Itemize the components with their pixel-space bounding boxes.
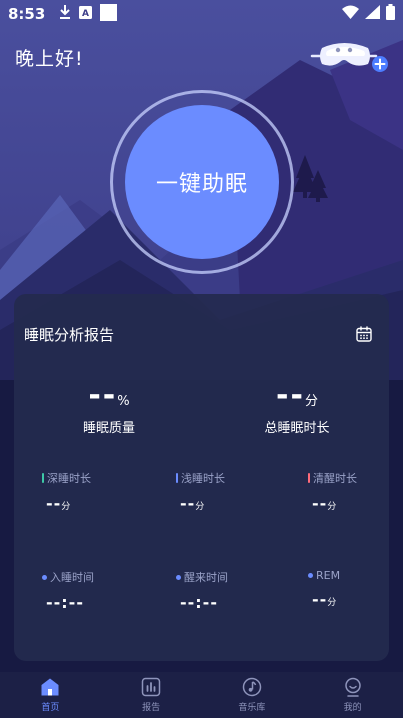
sleep-quality-value: -- <box>88 378 118 413</box>
wifi-icon <box>342 5 359 23</box>
rem-value: -- <box>312 590 328 609</box>
one-tap-sleep-button[interactable]: 一键助眠 <box>125 105 279 259</box>
greeting-text: 晚上好! <box>15 48 84 70</box>
awake-marker <box>308 473 310 483</box>
sleep-time-stat: 入睡时间 --:-- <box>42 569 152 612</box>
tab-report-label: 报告 <box>142 703 161 713</box>
tab-music-library-label: 音乐库 <box>238 703 266 713</box>
bottom-tab-bar: 首页 报告 音乐库 我的 <box>0 672 403 718</box>
status-time: 8:53 <box>8 5 46 23</box>
deep-sleep-unit: 分 <box>61 502 71 512</box>
tab-home-label: 首页 <box>41 703 60 713</box>
light-sleep-value: -- <box>180 494 196 513</box>
total-sleep-value: -- <box>276 378 305 413</box>
tab-profile[interactable]: 我的 <box>302 672 403 718</box>
battery-icon <box>386 4 395 24</box>
sleep-quality-label: 睡眠质量 <box>82 421 135 436</box>
calendar-button[interactable] <box>355 325 373 343</box>
awake-unit: 分 <box>327 502 337 512</box>
calendar-icon <box>356 326 372 342</box>
light-sleep-stat: 浅睡时长 --分 <box>176 470 286 513</box>
wake-time-value: --:-- <box>180 593 218 612</box>
deep-sleep-value: -- <box>46 494 62 513</box>
tab-home[interactable]: 首页 <box>0 672 101 718</box>
status-bar: 8:53 A <box>0 0 403 28</box>
light-sleep-unit: 分 <box>195 502 205 512</box>
rem-label: REM <box>316 569 341 582</box>
deep-sleep-label: 深睡时长 <box>47 472 91 485</box>
blank-square-icon <box>100 3 118 25</box>
text-a-icon: A <box>79 5 93 23</box>
sleep-quality-unit: % <box>117 394 130 409</box>
total-sleep-unit: 分 <box>304 394 318 409</box>
download-icon <box>59 5 71 23</box>
total-sleep-stat: --分 总睡眠时长 <box>232 378 362 436</box>
light-sleep-marker <box>176 473 178 483</box>
rem-unit: 分 <box>327 598 337 608</box>
profile-icon <box>344 677 361 697</box>
sleep-time-value: --:-- <box>46 593 84 612</box>
deep-sleep-stat: 深睡时长 --分 <box>42 470 152 513</box>
wake-time-stat: 醒来时间 --:-- <box>176 569 286 612</box>
awake-stat: 清醒时长 --分 <box>308 470 403 513</box>
rem-stat: REM --分 <box>308 569 403 609</box>
rem-marker <box>308 573 313 578</box>
music-icon <box>242 677 262 697</box>
sleep-time-label: 入睡时间 <box>50 571 94 584</box>
light-sleep-label: 浅睡时长 <box>181 472 225 485</box>
awake-label: 清醒时长 <box>313 472 357 485</box>
total-sleep-label: 总睡眠时长 <box>264 421 330 436</box>
svg-text:A: A <box>82 9 89 19</box>
report-chart-icon <box>141 677 161 697</box>
sleep-time-marker <box>42 574 47 580</box>
report-title: 睡眠分析报告 <box>24 326 115 344</box>
tab-profile-label: 我的 <box>343 703 362 713</box>
sleep-quality-stat: --% 睡眠质量 <box>54 378 164 436</box>
add-device-button[interactable] <box>310 38 392 74</box>
wake-time-label: 醒来时间 <box>184 571 228 584</box>
deep-sleep-marker <box>42 473 44 483</box>
signal-icon <box>365 5 380 23</box>
sleep-report-panel: 睡眠分析报告 --% 睡眠质量 --分 总睡眠时长 深睡时长 --分 浅睡时长 … <box>14 294 389 661</box>
tab-report[interactable]: 报告 <box>101 672 202 718</box>
home-icon <box>41 678 59 696</box>
sleep-mask-icon <box>310 43 388 72</box>
wake-time-marker <box>176 574 181 580</box>
awake-value: -- <box>312 494 328 513</box>
tab-music-library[interactable]: 音乐库 <box>202 672 303 718</box>
